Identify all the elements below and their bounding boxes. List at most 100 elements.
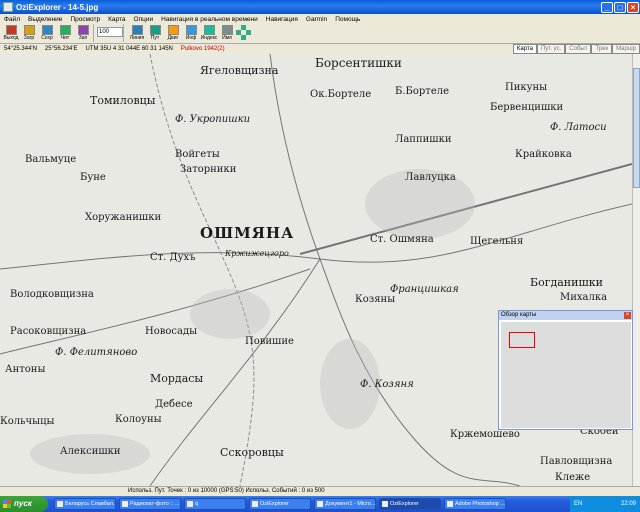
- file-icon-1: [23, 25, 35, 35]
- view-label-0: Линия: [129, 35, 145, 41]
- map-label: Козяны: [355, 294, 396, 305]
- clock: 22:09: [620, 501, 636, 507]
- map-label: Пикуны: [505, 82, 548, 93]
- view-icon-3: [185, 25, 197, 35]
- menu-item-8[interactable]: Помощь: [331, 16, 364, 23]
- window-title: OziExplorer - 14-5.jpg: [16, 2, 99, 12]
- view-button-3[interactable]: Инф: [182, 24, 200, 43]
- view-label-2: Двиг: [167, 35, 179, 41]
- map-label: Колоуны: [115, 414, 162, 425]
- coordinate-bar: 54°25.344'N 25°56.234'E UTM 35U 4 31 044…: [0, 43, 640, 54]
- start-button[interactable]: пуск: [0, 496, 48, 512]
- map-label: Ок.Бортеле: [310, 89, 372, 100]
- menu-item-2[interactable]: Просмотр: [66, 16, 104, 23]
- view-icon-5: [221, 25, 233, 35]
- tab-0[interactable]: Карта: [512, 44, 537, 54]
- taskbar-button-6[interactable]: Adobe Photoshop ...: [444, 498, 506, 510]
- view-button-5[interactable]: Имя: [218, 24, 236, 43]
- map-label: Алексишки: [60, 446, 121, 457]
- map-label: Бервенцишки: [490, 102, 564, 113]
- menu-item-0[interactable]: Файл: [0, 16, 24, 23]
- taskbar-button-0[interactable]: Беларусь Славбал...: [54, 498, 116, 510]
- maximize-button[interactable]: □: [614, 1, 626, 13]
- zoom-field[interactable]: 100: [97, 27, 123, 37]
- overview-viewport-rect[interactable]: [509, 332, 535, 348]
- system-tray: EN 22:09: [570, 496, 640, 512]
- map-label: Мордасы: [150, 372, 204, 385]
- taskbar-button-2[interactable]: q: [184, 498, 246, 510]
- map-label: Лавлуцка: [405, 172, 456, 183]
- taskbar-button-5[interactable]: OziExplorer: [379, 498, 441, 510]
- tab-2[interactable]: Событ: [565, 44, 592, 54]
- view-button-4[interactable]: Индекс: [200, 24, 218, 43]
- map-label: Клеже: [555, 472, 591, 483]
- map-label: Ф. Латоси: [550, 122, 607, 133]
- overview-map[interactable]: [501, 322, 631, 428]
- pan-arrows-icon[interactable]: [236, 25, 252, 41]
- file-button-4[interactable]: Зап: [74, 24, 92, 43]
- utm-readout: UTM 35U 4 31 044E 60 31 145N: [85, 46, 173, 52]
- view-button-1[interactable]: Пут: [146, 24, 164, 43]
- tab-4[interactable]: Маршр: [612, 44, 640, 54]
- file-button-1[interactable]: Загр: [20, 24, 38, 43]
- tab-3[interactable]: Трек: [591, 44, 613, 54]
- taskbar-button-3[interactable]: OziExplorer: [249, 498, 311, 510]
- menu-item-7[interactable]: Garmin: [302, 16, 331, 23]
- close-button[interactable]: ×: [627, 1, 639, 13]
- forest-area: [190, 289, 270, 339]
- map-label: Ягеловщизна: [200, 64, 279, 77]
- map-label: Хоружанишки: [85, 212, 162, 223]
- map-label: Ф. Козяня: [360, 379, 414, 390]
- scrollbar-thumb[interactable]: [633, 68, 640, 188]
- overview-window[interactable]: Обзор карты ×: [498, 310, 633, 430]
- file-label-2: Сохр: [41, 35, 53, 41]
- menu-item-4[interactable]: Опции: [130, 16, 158, 23]
- map-label: Новосады: [145, 326, 198, 337]
- menu-item-3[interactable]: Карта: [104, 16, 129, 23]
- taskbar-button-4[interactable]: Документ1 - Micro...: [314, 498, 376, 510]
- title-bar: OziExplorer - 14-5.jpg _ □ ×: [0, 0, 640, 14]
- map-label: Борсентишки: [315, 56, 402, 70]
- menu-item-5[interactable]: Навигация в реальном времени: [157, 16, 262, 23]
- view-icon-2: [167, 25, 179, 35]
- overview-close-icon[interactable]: ×: [624, 312, 631, 319]
- overview-header: Обзор карты ×: [499, 311, 632, 320]
- map-label: Буне: [80, 172, 106, 183]
- menu-item-1[interactable]: Выделение: [24, 16, 66, 23]
- taskbar-button-1[interactable]: Радиохат-фото :: ...: [119, 498, 181, 510]
- view-label-3: Инф: [185, 35, 197, 41]
- file-label-3: Чит: [60, 35, 70, 41]
- map-label: Сскоровцы: [220, 446, 284, 459]
- status-bar: Использ. Пут. Точек : 0 из 10000 (GPS:50…: [0, 486, 640, 496]
- view-button-2[interactable]: Двиг: [164, 24, 182, 43]
- view-icon-4: [203, 25, 215, 35]
- zoom-dropdown[interactable]: 100: [97, 24, 123, 43]
- file-label-4: Зап: [78, 35, 88, 41]
- map-label: Крайковка: [515, 149, 572, 160]
- toolbar: Выход Загр Сохр Чит Зап 100 Линия Пут Двиг Инф И…: [0, 24, 640, 43]
- map-label: Заторники: [180, 164, 237, 175]
- map-label: Вальмуце: [25, 154, 77, 165]
- toolbar-separator: [123, 24, 127, 42]
- map-label: Б.Бортеле: [395, 86, 450, 97]
- map-label: Францишкая: [390, 284, 459, 295]
- file-icon-0: [5, 25, 17, 35]
- view-icon-0: [131, 25, 143, 35]
- file-button-2[interactable]: Сохр: [38, 24, 56, 43]
- app-icon: [3, 2, 13, 12]
- file-button-3[interactable]: Чит: [56, 24, 74, 43]
- vertical-scrollbar[interactable]: [632, 54, 640, 486]
- minimize-button[interactable]: _: [601, 1, 613, 13]
- taskbar: пуск Беларусь Славбал... Радиохат-фото ::…: [0, 496, 640, 512]
- file-button-0[interactable]: Выход: [2, 24, 20, 43]
- menu-item-6[interactable]: Навигация: [262, 16, 302, 23]
- language-indicator[interactable]: EN: [574, 501, 582, 507]
- map-label: Кольчыцы: [0, 416, 55, 427]
- map-label: Лаппишки: [395, 134, 452, 145]
- map-label: Ф. Укропишки: [175, 114, 251, 125]
- map-label: Ф. Фелитяново: [55, 347, 138, 358]
- tab-1[interactable]: Пут. ус.: [536, 44, 566, 54]
- file-icon-3: [59, 25, 71, 35]
- view-button-0[interactable]: Линия: [128, 24, 146, 43]
- file-label-1: Загр: [23, 35, 35, 41]
